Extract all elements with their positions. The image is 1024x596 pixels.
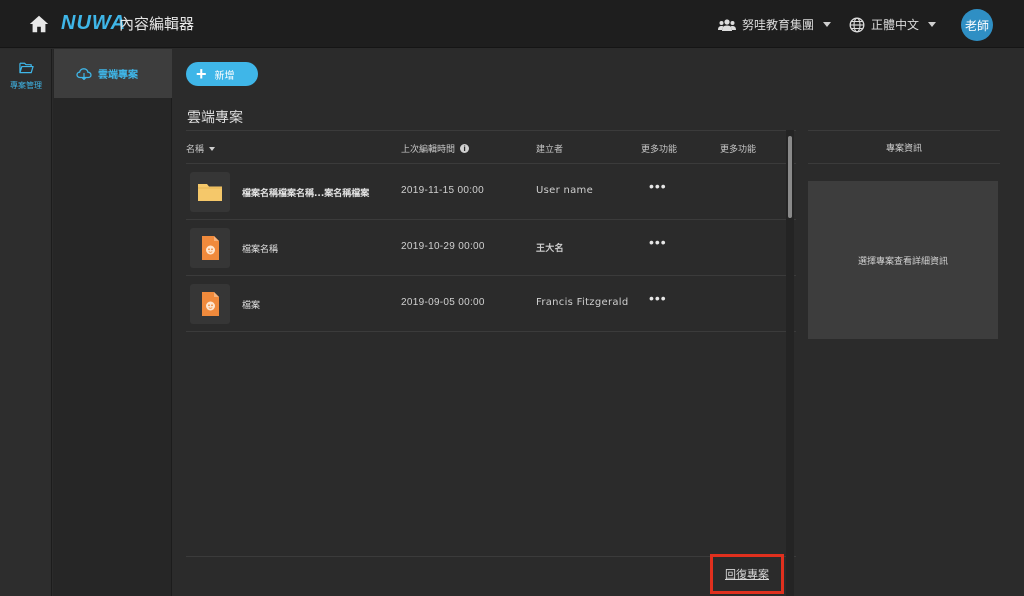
info-icon[interactable]: i bbox=[460, 144, 470, 153]
chevron-down-icon bbox=[928, 22, 937, 27]
language-selector[interactable]: 正體中文 bbox=[849, 16, 937, 33]
column-name[interactable]: 名稱 bbox=[186, 142, 216, 155]
more-options-button[interactable]: ••• bbox=[649, 178, 667, 194]
info-panel-placeholder: 選擇專案查看詳細資訊 bbox=[857, 256, 948, 267]
more-options-button[interactable]: ••• bbox=[649, 290, 667, 306]
table-row[interactable]: 檔案 2019-09-05 00:00 Francis Fitzgerald •… bbox=[186, 276, 796, 332]
column-creator-label: 建立者 bbox=[536, 145, 564, 155]
column-more-1-label: 更多功能 bbox=[641, 145, 678, 155]
restore-project-button[interactable]: 回復專案 bbox=[710, 554, 784, 594]
project-info-panel: 專案資訊 選擇專案查看詳細資訊 bbox=[808, 130, 1000, 596]
nuwa-logo: NUWA bbox=[61, 12, 127, 34]
chevron-down-icon bbox=[823, 22, 832, 27]
scrollbar-thumb[interactable] bbox=[788, 136, 792, 218]
plus-icon: + bbox=[196, 64, 207, 84]
row-name: 檔案名稱 bbox=[242, 245, 279, 255]
rail-item-label: 專案管理 bbox=[10, 81, 42, 90]
home-icon[interactable] bbox=[28, 13, 50, 35]
row-thumbnail bbox=[190, 284, 230, 324]
users-icon bbox=[718, 18, 736, 31]
subnav-item-cloud-projects[interactable]: 雲端專案 bbox=[54, 49, 172, 98]
project-table: 名稱 上次編輯時間 i 建立者 更多功能 更多功能 檔案名稱檔案名稱...案名稱… bbox=[186, 130, 796, 596]
team-name: 努哇教育集團 bbox=[742, 18, 815, 32]
column-last-edit: 上次編輯時間 i bbox=[401, 142, 470, 155]
table-footer-divider bbox=[186, 556, 796, 557]
subnav-item-label: 雲端專案 bbox=[98, 70, 138, 81]
column-name-label: 名稱 bbox=[186, 145, 205, 155]
file-icon bbox=[202, 292, 219, 316]
row-name: 檔案名稱檔案名稱...案名稱檔案 bbox=[242, 189, 370, 199]
top-bar: NUWA 內容編輯器 努哇教育集團 正體中文 老師 bbox=[0, 0, 1024, 48]
info-panel-header: 專案資訊 bbox=[808, 130, 1000, 164]
table-scrollbar[interactable] bbox=[786, 130, 794, 596]
column-more-2: 更多功能 bbox=[720, 142, 756, 155]
column-more-1: 更多功能 bbox=[641, 142, 677, 155]
sort-down-icon[interactable] bbox=[209, 146, 216, 151]
column-more-2-label: 更多功能 bbox=[720, 145, 757, 155]
column-last-edit-label: 上次編輯時間 bbox=[401, 145, 456, 155]
row-creator: User name bbox=[536, 185, 594, 196]
new-project-button[interactable]: + 新增 bbox=[186, 62, 258, 86]
folder-open-icon bbox=[19, 62, 34, 74]
row-thumbnail bbox=[190, 228, 230, 268]
column-creator: 建立者 bbox=[536, 142, 563, 155]
table-row[interactable]: 檔案名稱檔案名稱...案名稱檔案 2019-11-15 00:00 User n… bbox=[186, 164, 796, 220]
app-title: 內容編輯器 bbox=[119, 15, 195, 33]
table-row[interactable]: 檔案名稱 2019-10-29 00:00 王大名 ••• bbox=[186, 220, 796, 276]
row-creator: Francis Fitzgerald bbox=[536, 297, 629, 308]
row-time: 2019-11-15 00:00 bbox=[401, 185, 485, 196]
language-label: 正體中文 bbox=[871, 18, 920, 32]
folder-icon bbox=[198, 184, 222, 201]
table-header: 名稱 上次編輯時間 i 建立者 更多功能 更多功能 bbox=[186, 130, 796, 164]
cloud-icon bbox=[76, 68, 92, 80]
file-icon bbox=[202, 236, 219, 260]
user-avatar[interactable]: 老師 bbox=[961, 9, 993, 41]
restore-project-label: 回復專案 bbox=[725, 568, 769, 581]
row-time: 2019-09-05 00:00 bbox=[401, 297, 485, 308]
new-button-label: 新增 bbox=[214, 70, 235, 82]
rail-item-project-management[interactable]: 專案管理 bbox=[0, 57, 52, 97]
side-rail: 專案管理 bbox=[0, 49, 52, 596]
row-thumbnail bbox=[190, 172, 230, 212]
info-panel-title: 專案資訊 bbox=[885, 143, 922, 154]
sub-navigation: 雲端專案 bbox=[53, 49, 172, 596]
info-panel-placeholder-box: 選擇專案查看詳細資訊 bbox=[808, 181, 998, 339]
row-creator: 王大名 bbox=[536, 244, 564, 254]
row-name: 檔案 bbox=[242, 301, 261, 311]
team-selector[interactable]: 努哇教育集團 bbox=[718, 16, 832, 33]
page-title: 雲端專案 bbox=[187, 110, 243, 126]
main-content: + 新增 雲端專案 名稱 上次編輯時間 i 建立者 更多功能 更多功能 檔案名稱… bbox=[173, 49, 1024, 596]
globe-icon bbox=[849, 17, 865, 32]
more-options-button[interactable]: ••• bbox=[649, 234, 667, 250]
row-time: 2019-10-29 00:00 bbox=[401, 241, 485, 252]
